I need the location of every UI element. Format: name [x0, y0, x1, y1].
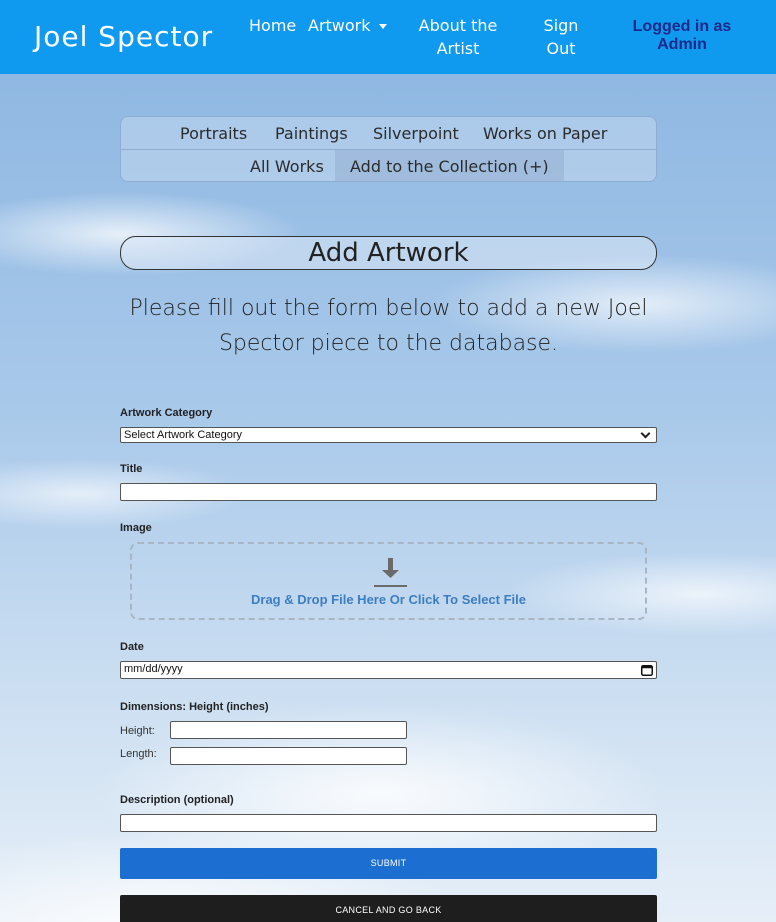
download-arrow-icon [374, 558, 407, 587]
submit-button[interactable]: SUBMIT [120, 848, 657, 879]
calendar-icon[interactable] [641, 664, 653, 676]
height-label: Height: [120, 725, 155, 737]
subnav-item-all-works[interactable]: All Works [250, 157, 324, 176]
description-input[interactable] [120, 814, 657, 832]
image-dropzone[interactable]: Drag & Drop File Here Or Click To Select… [130, 542, 647, 620]
title-label: Title [120, 463, 143, 475]
dropzone-text: Drag & Drop File Here Or Click To Select… [251, 592, 526, 607]
length-input[interactable] [170, 747, 407, 765]
length-label: Length: [120, 748, 157, 760]
category-label: Artwork Category [120, 407, 213, 419]
subnav-item-works-on-paper[interactable]: Works on Paper [483, 124, 607, 143]
login-status-line2: Admin [657, 36, 707, 53]
category-select-value: Select Artwork Category [124, 429, 242, 441]
login-status-line1: Logged in as [632, 18, 732, 35]
nav-about-line2: Artist [436, 39, 480, 58]
subnav-item-paintings[interactable]: Paintings [275, 124, 348, 143]
page-title: Add Artwork [120, 236, 657, 270]
height-input[interactable] [170, 721, 407, 739]
page-intro: Please fill out the form below to add a … [129, 296, 648, 356]
image-label: Image [120, 522, 152, 534]
nav-signout-link[interactable]: Sign Out [538, 14, 584, 60]
subnav-item-portraits[interactable]: Portraits [180, 124, 247, 143]
nav-signout-line1: Sign [543, 16, 579, 35]
subnav-item-silverpoint[interactable]: Silverpoint [373, 124, 459, 143]
category-select[interactable]: Select Artwork Category [120, 427, 657, 443]
nav-about-line1: About the [418, 16, 498, 35]
dimensions-label: Dimensions: Height (inches) [120, 701, 269, 713]
description-label: Description (optional) [120, 794, 234, 806]
artwork-subnav: Portraits Paintings Silverpoint Works on… [120, 116, 657, 182]
top-navbar: Joel Spector Home Artwork About the Arti… [0, 0, 776, 74]
cancel-button[interactable]: CANCEL AND GO BACK [120, 895, 657, 922]
nav-artwork-dropdown[interactable]: Artwork [308, 14, 387, 37]
site-brand[interactable]: Joel Spector [34, 20, 213, 53]
nav-home-link[interactable]: Home [249, 14, 296, 37]
nav-artwork-label: Artwork [308, 16, 371, 35]
nav-signout-line2: Out [546, 39, 576, 58]
subnav-item-add-to-collection[interactable]: Add to the Collection (+) [335, 150, 564, 182]
date-input[interactable]: mm/dd/yyyy [120, 661, 657, 679]
nav-about-link[interactable]: About the Artist [418, 14, 498, 60]
date-label: Date [120, 641, 144, 653]
chevron-down-icon [640, 428, 651, 438]
caret-down-icon [378, 24, 387, 29]
title-input[interactable] [120, 483, 657, 501]
login-status: Logged in as Admin [622, 18, 742, 54]
date-placeholder: mm/dd/yyyy [124, 663, 183, 675]
